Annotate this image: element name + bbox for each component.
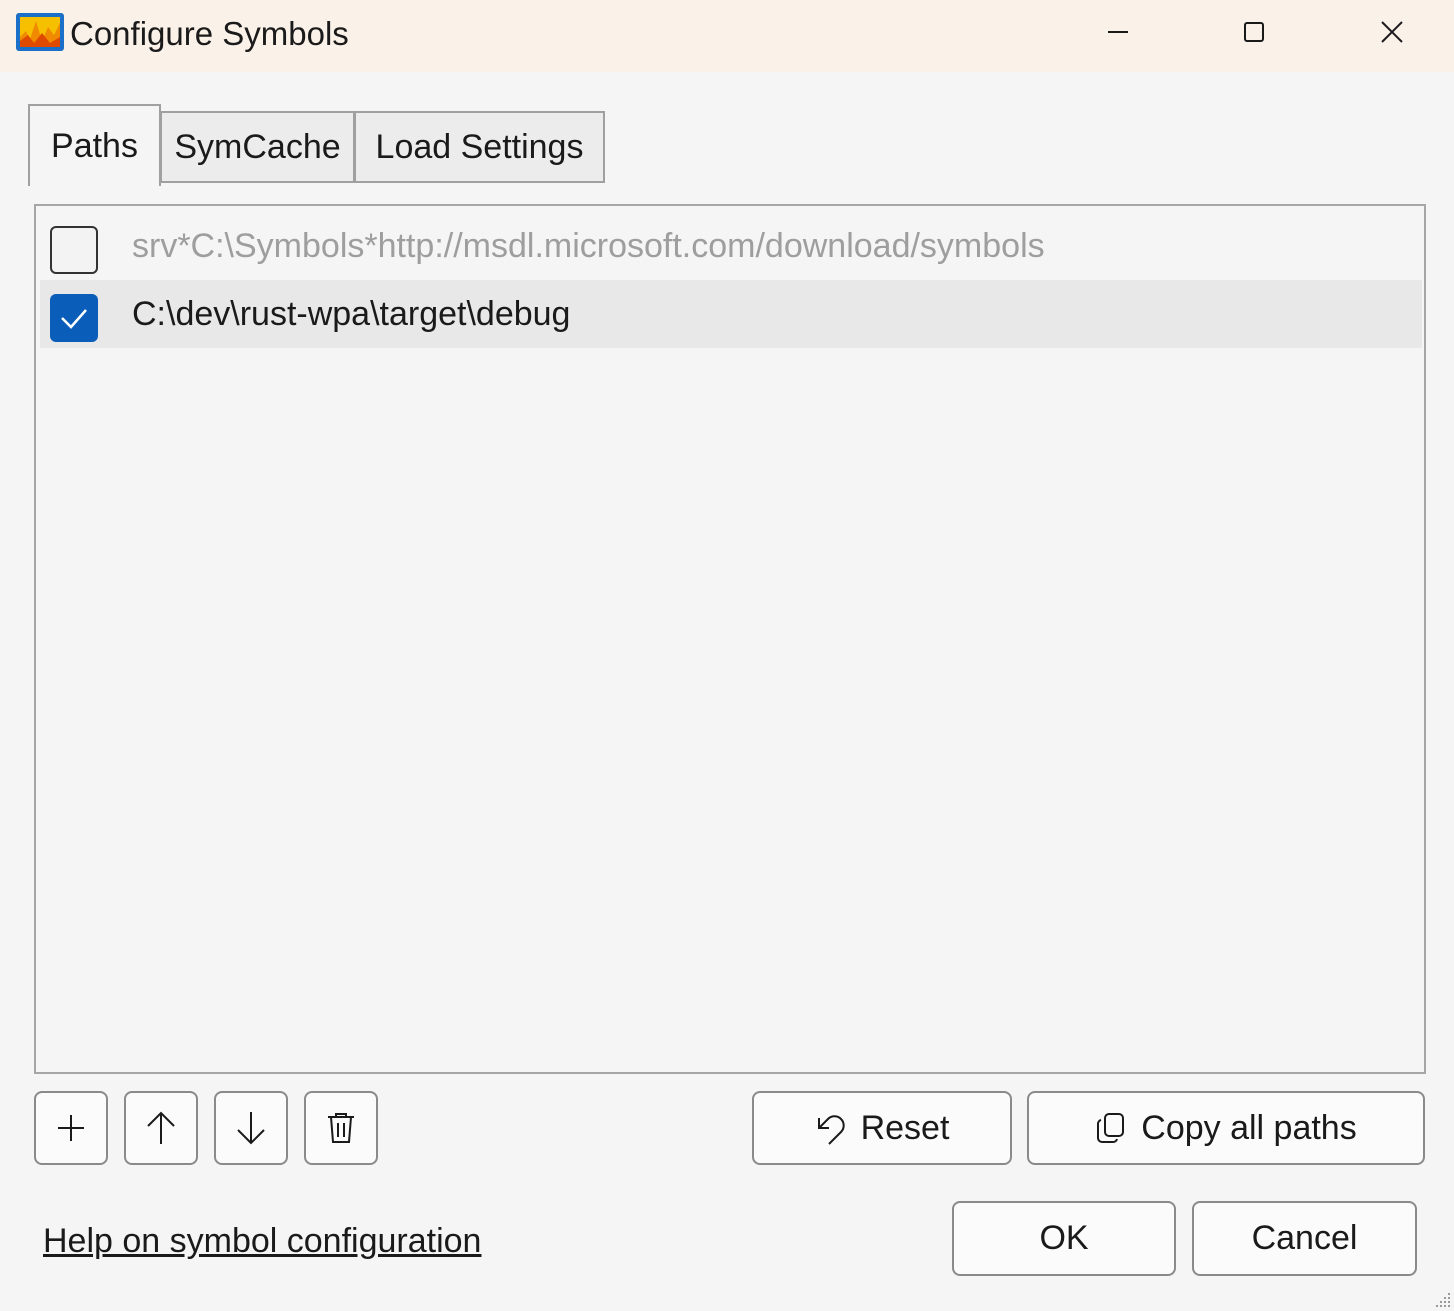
move-up-button[interactable] [124, 1091, 198, 1165]
reset-button[interactable]: Reset [752, 1091, 1012, 1165]
window-title: Configure Symbols [70, 15, 349, 52]
move-down-icon [237, 1112, 265, 1145]
title-bar: Configure Symbols [0, 0, 1454, 72]
path-text: C:\dev\rust-wpa\target\debug [132, 295, 571, 333]
list-item[interactable]: C:\dev\rust-wpa\target\debug [40, 280, 1422, 348]
tab-paths[interactable]: Paths [28, 104, 161, 186]
delete-path-button[interactable] [304, 1091, 378, 1165]
tab-load-settings-label: Load Settings [375, 128, 584, 166]
close-button[interactable] [1364, 10, 1420, 54]
minimize-button[interactable] [1090, 10, 1146, 54]
cancel-label: Cancel [1251, 1219, 1358, 1257]
tab-paths-label: Paths [51, 127, 138, 165]
add-icon [58, 1115, 84, 1141]
tab-load-settings[interactable]: Load Settings [354, 111, 605, 183]
cancel-button[interactable]: Cancel [1192, 1201, 1417, 1276]
maximize-button[interactable] [1226, 10, 1282, 54]
ok-button[interactable]: OK [952, 1201, 1176, 1276]
copy-all-paths-button[interactable]: Copy all paths [1027, 1091, 1425, 1165]
copy-all-paths-label: Copy all paths [1141, 1108, 1357, 1147]
add-path-button[interactable] [34, 1091, 108, 1165]
tab-symcache[interactable]: SymCache [160, 111, 355, 183]
help-link[interactable]: Help on symbol configuration [43, 1218, 481, 1264]
close-icon [1381, 21, 1403, 43]
tab-symcache-label: SymCache [174, 128, 341, 166]
move-down-button[interactable] [214, 1091, 288, 1165]
move-up-icon [147, 1111, 175, 1144]
maximize-icon [1244, 22, 1264, 42]
path-text: srv*C:\Symbols*http://msdl.microsoft.com… [132, 227, 1045, 265]
checkmark-icon [61, 309, 87, 329]
path-checkbox[interactable] [50, 226, 98, 274]
symbol-paths-list[interactable]: srv*C:\Symbols*http://msdl.microsoft.com… [34, 204, 1426, 1074]
copy-icon [1097, 1113, 1125, 1143]
path-checkbox[interactable] [50, 294, 98, 342]
ok-label: OK [1039, 1219, 1089, 1257]
undo-icon [817, 1115, 845, 1145]
app-icon [16, 13, 64, 51]
resize-grip-icon[interactable] [1432, 1289, 1452, 1309]
minimize-icon [1108, 31, 1128, 33]
delete-icon [328, 1113, 354, 1143]
list-item[interactable]: srv*C:\Symbols*http://msdl.microsoft.com… [40, 212, 1422, 280]
reset-label: Reset [860, 1108, 950, 1147]
